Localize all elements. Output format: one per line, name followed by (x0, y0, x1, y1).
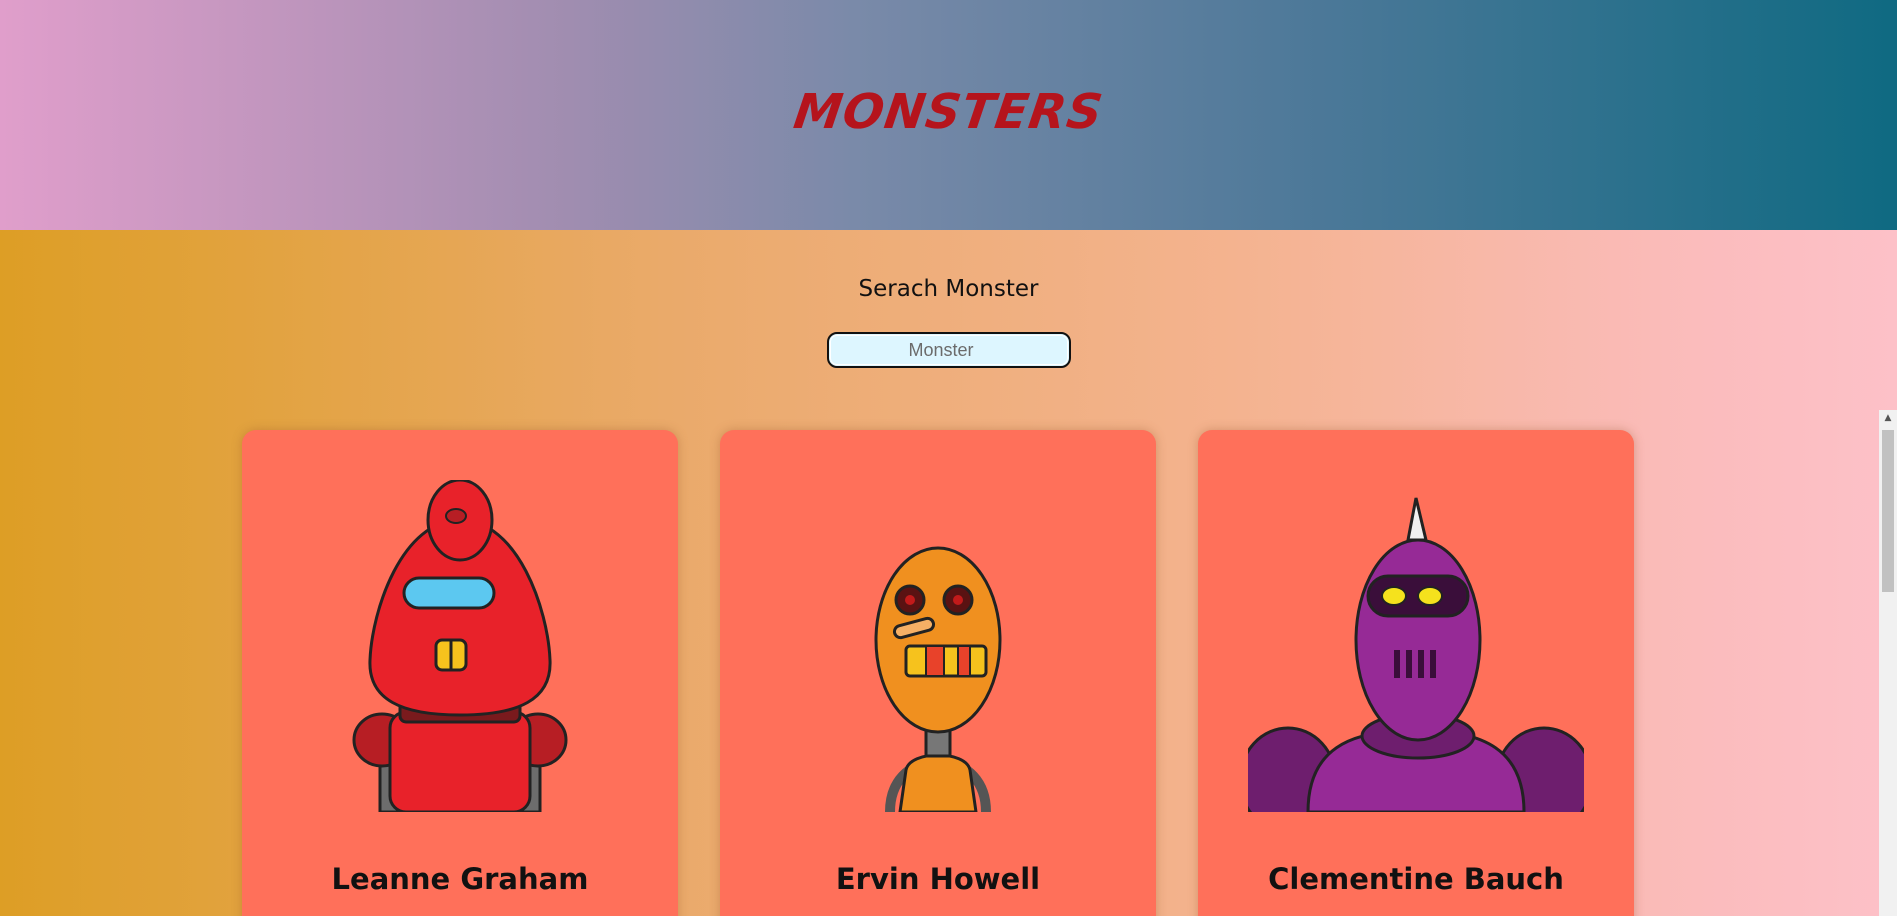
monster-card[interactable]: Clementine Bauch (1198, 430, 1634, 916)
robot-avatar-image (1248, 497, 1584, 812)
search-label: Serach Monster (858, 276, 1039, 302)
page-header: MONSTERS (0, 0, 1897, 230)
monster-card[interactable]: Ervin Howell (720, 430, 1156, 916)
scrollbar-thumb[interactable] (1882, 430, 1894, 592)
monster-card[interactable]: Leanne Graham (242, 430, 678, 916)
scroll-up-arrow-icon[interactable]: ▲ (1879, 410, 1897, 426)
app-title: MONSTERS (790, 84, 1107, 140)
vertical-scrollbar[interactable]: ▲ (1879, 410, 1897, 916)
robot-avatar-image (874, 546, 1002, 812)
main-content: Serach Monster Leanne Graham (0, 230, 1897, 916)
monster-name: Ervin Howell (835, 862, 1041, 896)
robot-avatar-image (352, 480, 568, 812)
monster-name: Clementine Bauch (1268, 862, 1564, 896)
search-input[interactable] (827, 332, 1071, 368)
monster-name: Leanne Graham (331, 862, 589, 896)
